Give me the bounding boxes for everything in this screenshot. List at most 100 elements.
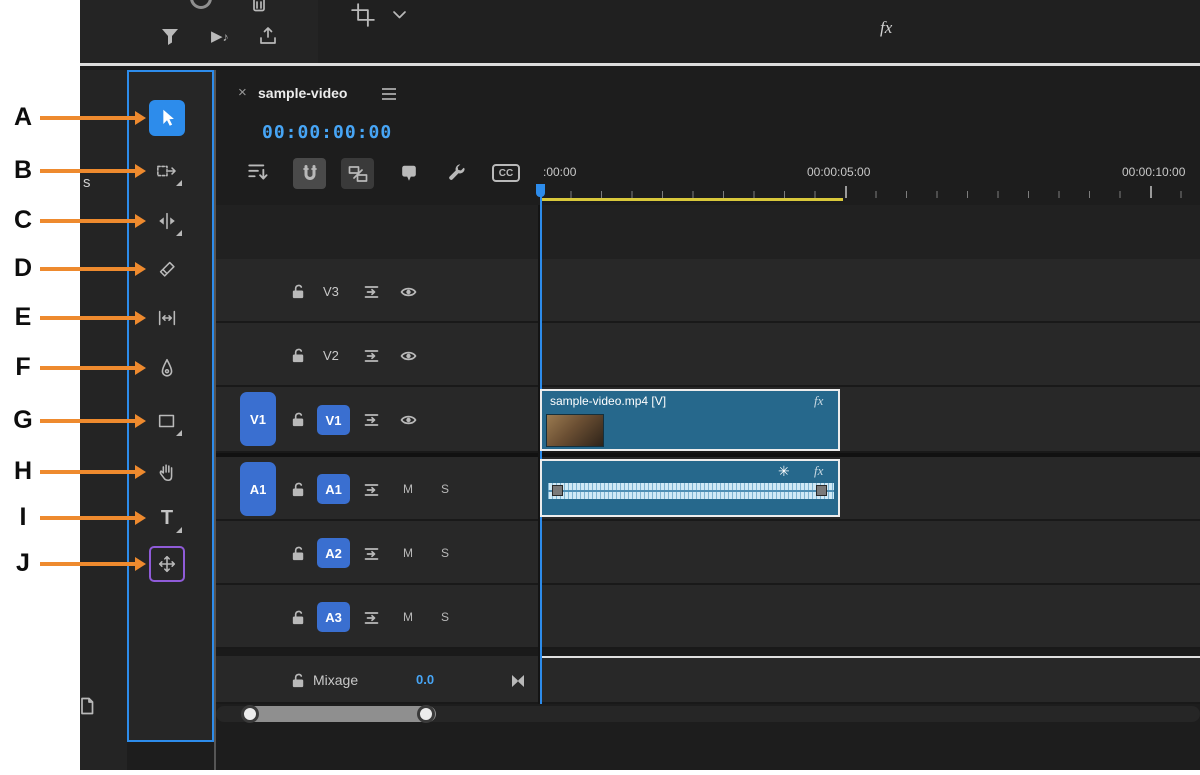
source-patch-v1[interactable]: V1 [240, 392, 276, 446]
solo-button[interactable]: S [441, 482, 449, 496]
mute-button[interactable]: M [403, 482, 413, 496]
lock-icon[interactable] [290, 609, 307, 626]
annotation-arrow [40, 169, 136, 173]
panel-divider-horizontal [80, 63, 1200, 66]
audio-clip[interactable]: ✳ fx [540, 459, 840, 517]
snap-button[interactable] [293, 158, 326, 189]
track-name-v3[interactable]: V3 [323, 284, 339, 299]
hand-tool-button[interactable] [149, 454, 185, 490]
annotation-arrow [40, 267, 136, 271]
annotation-letter: C [8, 206, 38, 235]
annotation-letter: G [8, 406, 38, 435]
ripple-edit-icon [156, 210, 178, 232]
track-target-a1[interactable]: A1 [317, 474, 350, 504]
annotation-arrow [40, 116, 136, 120]
track-select-forward-icon [156, 160, 178, 182]
annotation-letter: F [8, 353, 38, 382]
lock-icon[interactable] [290, 672, 307, 689]
wrench-icon[interactable] [446, 163, 467, 184]
selection-tool-button[interactable] [149, 100, 185, 136]
pen-tool-button[interactable] [149, 350, 185, 386]
export-icon[interactable] [257, 25, 279, 47]
solo-button[interactable]: S [441, 546, 449, 560]
ruler-label: :00:00 [543, 165, 576, 179]
type-icon: T [161, 507, 173, 530]
linked-selection-button[interactable] [341, 158, 374, 189]
track-target-a2[interactable]: A2 [317, 538, 350, 568]
trash-icon[interactable] [250, 0, 268, 12]
marker-icon[interactable] [399, 163, 419, 183]
razor-tool-button[interactable] [149, 251, 185, 287]
panel-menu-icon[interactable] [382, 88, 396, 103]
tab-close-icon[interactable]: × [238, 84, 247, 101]
timeline-timecode[interactable]: 00:00:00:00 [262, 122, 392, 143]
video-clip-label: sample-video.mp4 [V] [550, 394, 666, 408]
lock-icon[interactable] [290, 481, 307, 498]
lock-icon[interactable] [290, 283, 307, 300]
annotation-letter: B [8, 156, 38, 185]
eye-icon[interactable] [399, 413, 418, 427]
track-select-forward-tool-button[interactable] [149, 153, 185, 189]
rectangle-icon [156, 410, 178, 432]
slip-tool-button[interactable] [149, 300, 185, 336]
ripple-edit-tool-button[interactable] [149, 203, 185, 239]
timeline-tab-title[interactable]: sample-video [258, 85, 347, 101]
ruler-tick-major [1150, 186, 1152, 198]
clip-fx-badge: fx [814, 463, 823, 479]
crop-icon[interactable] [350, 2, 376, 28]
lock-icon[interactable] [290, 411, 307, 428]
track-target-a3[interactable]: A3 [317, 602, 350, 632]
zoom-handle-left[interactable] [241, 705, 259, 723]
playhead-handle[interactable] [536, 184, 545, 197]
sync-lock-icon[interactable] [363, 413, 380, 427]
h-scrollbar-thumb[interactable] [242, 706, 436, 722]
project-panel-footer: ▶♪ [80, 0, 318, 63]
lock-icon[interactable] [290, 545, 307, 562]
work-area-bar[interactable] [540, 198, 843, 201]
annotation-arrow [40, 562, 136, 566]
chevron-down-icon[interactable] [392, 10, 407, 20]
lock-icon[interactable] [290, 347, 307, 364]
fade-handle-left[interactable] [552, 485, 563, 496]
type-tool-button[interactable]: T [149, 500, 185, 536]
annotation-arrow [40, 316, 136, 320]
zoom-handle-right[interactable] [417, 705, 435, 723]
nest-insert-icon[interactable] [246, 160, 272, 186]
sync-lock-icon[interactable] [363, 349, 380, 363]
slip-icon [156, 307, 178, 329]
fade-handle-right[interactable] [816, 485, 827, 496]
annotation-arrow [40, 419, 136, 423]
sync-lock-icon[interactable] [363, 547, 380, 561]
video-clip[interactable]: sample-video.mp4 [V] fx [540, 389, 840, 451]
rectangle-tool-button[interactable] [149, 403, 185, 439]
clipped-panel-text: s [83, 174, 91, 191]
filter-icon[interactable] [159, 25, 181, 47]
sync-lock-icon[interactable] [363, 483, 380, 497]
track-target-v1[interactable]: V1 [317, 405, 350, 435]
master-track-topline [540, 656, 1200, 658]
transform-tool-button[interactable] [149, 546, 185, 582]
play-preview-icon[interactable]: ▶♪ [211, 27, 229, 45]
new-item-icon[interactable] [80, 697, 94, 715]
solo-button[interactable]: S [441, 610, 449, 624]
captions-button[interactable]: CC [492, 164, 520, 182]
ruler-tick-major [845, 186, 847, 198]
ruler-ticks [540, 186, 1200, 198]
track-name-v2[interactable]: V2 [323, 348, 339, 363]
pen-icon [156, 357, 178, 379]
zoom-slider-knob[interactable] [190, 0, 212, 9]
eye-icon[interactable] [399, 349, 418, 363]
sync-lock-icon[interactable] [363, 611, 380, 625]
source-patch-a1[interactable]: A1 [240, 462, 276, 516]
annotation-letter: H [8, 457, 38, 486]
keyframe-bowtie-icon[interactable] [509, 673, 527, 689]
master-level-value[interactable]: 0.0 [416, 672, 434, 687]
eye-icon[interactable] [399, 285, 418, 299]
mute-button[interactable]: M [403, 546, 413, 560]
hand-icon [156, 461, 178, 483]
annotation-letter: E [8, 303, 38, 332]
screenshot-root: ▶♪ fx s A B C D E F G H I J [0, 0, 1200, 775]
mute-button[interactable]: M [403, 610, 413, 624]
master-track-name[interactable]: Mixage [313, 672, 358, 688]
sync-lock-icon[interactable] [363, 285, 380, 299]
